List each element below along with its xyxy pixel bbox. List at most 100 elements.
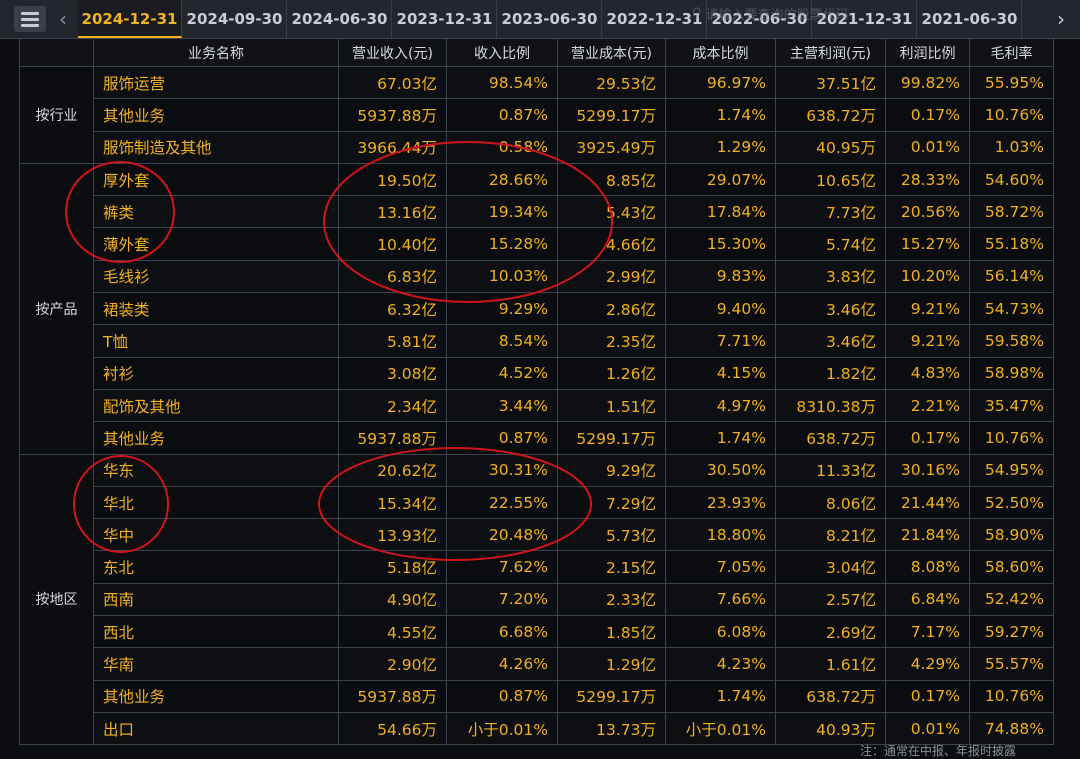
table-row[interactable]: 按行业 服饰运营 67.03亿 98.54% 29.53亿 96.97% 37.51亿 99.… [19, 65, 1054, 164]
group-label: 按产品 [19, 162, 94, 455]
column-header[interactable]: 营业成本(元) [557, 38, 666, 67]
value-cell: 9.21% [885, 292, 970, 326]
value-cell: 23.93% [665, 485, 776, 520]
value-cell: 2.69亿 [775, 615, 886, 649]
value-cell: 4.90亿 [338, 582, 447, 617]
business-breakdown-table: 业务名称 营业收入(元) 收入比例 营业成本(元) 成本比例 主营利润(元) 利润比例 毛利率… [19, 38, 1054, 746]
table-row[interactable]: 华南 2.90亿 4.26% 1.29亿 4.23% 1.61亿 4.29% 55.57% [20, 647, 1054, 681]
tab-2023-12-31[interactable]: 2023-12-31 [393, 0, 497, 38]
value-cell: 52.50% [969, 485, 1054, 520]
tab-2024-09-30[interactable]: 2024-09-30 [183, 0, 287, 38]
value-cell: 4.29% [885, 647, 970, 681]
table-row[interactable]: 华中 13.93亿 20.48% 5.73亿 18.80% 8.21亿 21.84% 58.9… [20, 518, 1054, 552]
value-cell: 6.32亿 [338, 292, 447, 326]
value-cell: 2.57亿 [775, 582, 886, 617]
value-cell: 6.83亿 [338, 259, 447, 294]
value-cell: 638.72万 [775, 679, 886, 713]
value-cell: 54.73% [969, 292, 1054, 326]
value-cell: 9.40% [665, 292, 776, 326]
value-cell: 7.20% [446, 582, 558, 617]
column-header[interactable]: 利润比例 [885, 38, 970, 67]
business-name-cell: 其他业务 [93, 98, 339, 132]
business-name-cell: 东北 [93, 550, 339, 584]
business-name-cell: 华南 [93, 647, 339, 681]
table-row[interactable]: 服饰制造及其他 3966.44万 0.58% 3925.49万 1.29% 40.95万 0… [20, 130, 1054, 164]
value-cell: 6.08% [665, 615, 776, 649]
value-cell: 21.44% [885, 485, 970, 520]
table-row[interactable]: 其他业务 5937.88万 0.87% 5299.17万 1.74% 638.72万 0.1… [20, 679, 1054, 713]
chevron-left-icon[interactable]: ‹ [52, 6, 74, 32]
table-row[interactable]: 薄外套 10.40亿 15.28% 4.66亿 15.30% 5.74亿 15.27% 55.… [20, 227, 1054, 261]
value-cell: 3.83亿 [775, 259, 886, 294]
period-tab-bar: ‹ 2024-12-31 2024-09-30 2024-06-30 2023-12-… [0, 0, 1080, 39]
table-row[interactable]: 按产品 厚外套 19.50亿 28.66% 8.85亿 29.07% 10.65亿 28.33… [19, 162, 1054, 455]
value-cell: 17.84% [665, 195, 776, 229]
value-cell: 18.80% [665, 518, 776, 552]
value-cell: 19.50亿 [338, 162, 447, 197]
value-cell: 4.23% [665, 647, 776, 681]
value-cell: 1.29亿 [557, 647, 666, 681]
table-row[interactable]: 裤类 13.16亿 19.34% 5.43亿 17.84% 7.73亿 20.56% 58.7… [20, 195, 1054, 229]
table-row[interactable]: 配饰及其他 2.34亿 3.44% 1.51亿 4.97% 8310.38万 2.21% 35… [20, 388, 1054, 423]
value-cell: 11.33亿 [775, 453, 886, 487]
value-cell: 1.85亿 [557, 615, 666, 649]
column-header[interactable]: 毛利率 [969, 38, 1054, 67]
business-name-cell: 华中 [93, 518, 339, 552]
business-name-cell: 西南 [93, 582, 339, 617]
group-label: 按地区 [19, 453, 94, 746]
column-header[interactable]: 成本比例 [665, 38, 776, 67]
value-cell: 6.84% [885, 582, 970, 617]
column-header[interactable]: 营业收入(元) [338, 38, 447, 67]
value-cell: 37.51亿 [775, 65, 886, 100]
table-row[interactable]: 出口 54.66万 小于0.01% 13.73万 小于0.01% 40.93万 0.01% 7… [20, 711, 1054, 746]
tab-2023-06-30[interactable]: 2023-06-30 [498, 0, 602, 38]
business-name-cell: 服饰运营 [93, 65, 339, 100]
value-cell: 1.74% [665, 421, 776, 455]
table-row[interactable]: T恤 5.81亿 8.54% 2.35亿 7.71% 3.46亿 9.21% 59.58% [20, 324, 1054, 358]
table-row[interactable]: 毛线衫 6.83亿 10.03% 2.99亿 9.83% 3.83亿 10.20% 56.14… [20, 259, 1054, 294]
business-name-cell: 出口 [93, 711, 339, 746]
table-row[interactable]: 裙装类 6.32亿 9.29% 2.86亿 9.40% 3.46亿 9.21% 54.73% [20, 292, 1054, 326]
table-row[interactable]: 华北 15.34亿 22.55% 7.29亿 23.93% 8.06亿 21.44% 52.5… [20, 485, 1054, 520]
value-cell: 54.66万 [338, 711, 447, 746]
value-cell: 3.08亿 [338, 356, 447, 390]
chevron-right-icon[interactable]: › [1050, 6, 1072, 32]
table-row[interactable]: 其他业务 5937.88万 0.87% 5299.17万 1.74% 638.72万 0.1… [20, 98, 1054, 132]
column-header[interactable]: 收入比例 [446, 38, 558, 67]
value-cell: 55.18% [969, 227, 1054, 261]
table-row[interactable]: 按地区 华东 20.62亿 30.31% 9.29亿 30.50% 11.33亿 30.16%… [19, 453, 1054, 746]
column-header[interactable]: 业务名称 [93, 38, 339, 67]
value-cell: 29.07% [665, 162, 776, 197]
business-name-cell: 其他业务 [93, 421, 339, 455]
value-cell: 1.82亿 [775, 356, 886, 390]
tab-2024-06-30[interactable]: 2024-06-30 [288, 0, 392, 38]
value-cell: 7.66% [665, 582, 776, 617]
value-cell: 3925.49万 [557, 130, 666, 164]
value-cell: 7.62% [446, 550, 558, 584]
value-cell: 98.54% [446, 65, 558, 100]
value-cell: 9.21% [885, 324, 970, 358]
value-cell: 3.46亿 [775, 292, 886, 326]
table-row[interactable]: 西南 4.90亿 7.20% 2.33亿 7.66% 2.57亿 6.84% 52.42% [20, 582, 1054, 617]
business-name-cell: 裤类 [93, 195, 339, 229]
value-cell: 8.06亿 [775, 485, 886, 520]
table-row[interactable]: 西北 4.55亿 6.68% 1.85亿 6.08% 2.69亿 7.17% 59.27% [20, 615, 1054, 649]
value-cell: 4.52% [446, 356, 558, 390]
table-row[interactable]: 东北 5.18亿 7.62% 2.15亿 7.05% 3.04亿 8.08% 58.60% [20, 550, 1054, 584]
search-hint: ⚲ 请输入要查询的股票代码 [692, 6, 849, 23]
table-row[interactable]: 其他业务 5937.88万 0.87% 5299.17万 1.74% 638.72万 0.1… [20, 421, 1054, 455]
value-cell: 35.47% [969, 388, 1054, 423]
value-cell: 0.58% [446, 130, 558, 164]
table-row[interactable]: 衬衫 3.08亿 4.52% 1.26亿 4.15% 1.82亿 4.83% 58.98% [20, 356, 1054, 390]
value-cell: 8.21亿 [775, 518, 886, 552]
value-cell: 2.33亿 [557, 582, 666, 617]
value-cell: 99.82% [885, 65, 970, 100]
tab-2024-12-31[interactable]: 2024-12-31 [78, 0, 182, 38]
value-cell: 10.40亿 [338, 227, 447, 261]
value-cell: 1.61亿 [775, 647, 886, 681]
menu-icon[interactable] [14, 6, 46, 32]
value-cell: 15.28% [446, 227, 558, 261]
value-cell: 7.29亿 [557, 485, 666, 520]
value-cell: 1.74% [665, 98, 776, 132]
column-header[interactable]: 主营利润(元) [775, 38, 886, 67]
